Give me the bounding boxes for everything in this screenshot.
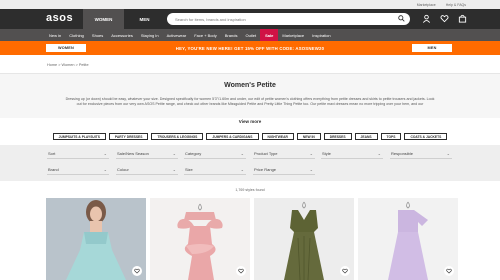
category-description: Dressing up (or down) should be easy, wh… xyxy=(65,97,435,107)
filter-responsible[interactable]: Responsible ⌄ xyxy=(390,148,452,159)
category-chips: JUMPSUITS & PLAYSUITS PARTY DRESSES TROU… xyxy=(0,133,500,140)
utility-bar: Marketplace Help & FAQs xyxy=(0,0,500,9)
nav-inspiration[interactable]: Inspiration xyxy=(308,33,334,38)
chevron-down-icon: ⌄ xyxy=(103,166,107,172)
filter-category[interactable]: Category ⌄ xyxy=(184,148,246,159)
chevron-down-icon: ⌄ xyxy=(240,150,244,156)
product-image xyxy=(358,198,458,280)
promo-text: HEY, YOU'RE NEW HERE! GET 15% OFF WITH C… xyxy=(175,45,325,51)
chip-jeans[interactable]: JEANS xyxy=(354,133,378,140)
top-bar: asos WOMEN MEN Search for items, brands … xyxy=(0,9,500,29)
chip-new-in[interactable]: NEW IN xyxy=(296,133,321,140)
promo-banner[interactable]: WOMEN HEY, YOU'RE NEW HERE! GET 15% OFF … xyxy=(0,41,500,55)
nav-new-in[interactable]: New in xyxy=(45,33,65,38)
product-card[interactable] xyxy=(150,198,250,280)
help-link[interactable]: Help & FAQs xyxy=(446,3,466,7)
chevron-down-icon: ⌄ xyxy=(309,150,313,156)
nav-shoes[interactable]: Shoes xyxy=(88,33,107,38)
filter-price-range[interactable]: Price Range ⌄ xyxy=(253,164,315,175)
filter-sale-new[interactable]: Sale/New Season ⌄ xyxy=(116,148,178,159)
marketplace-link[interactable]: Marketplace xyxy=(417,3,436,7)
filter-sort[interactable]: Sort ⌄ xyxy=(47,148,109,159)
men-tab[interactable]: MEN xyxy=(124,9,165,29)
product-card[interactable] xyxy=(358,198,458,280)
chip-tops[interactable]: TOPS xyxy=(380,133,402,140)
filter-colour[interactable]: Colour ⌄ xyxy=(116,164,178,175)
asos-logo[interactable]: asos xyxy=(46,12,73,24)
product-card[interactable] xyxy=(254,198,354,280)
filter-style[interactable]: Style ⌄ xyxy=(321,148,383,159)
nav-staying-in[interactable]: Staying In xyxy=(137,33,163,38)
view-more-button[interactable]: View more xyxy=(0,119,500,124)
save-for-later-heart-icon[interactable] xyxy=(444,266,454,276)
bag-icon[interactable] xyxy=(458,14,467,23)
category-nav: New in Clothing Shoes Accessories Stayin… xyxy=(0,29,500,41)
heart-icon[interactable] xyxy=(440,14,449,23)
breadcrumb-home[interactable]: Home xyxy=(47,63,57,67)
product-image xyxy=(254,198,354,280)
chevron-down-icon: ⌄ xyxy=(172,150,176,156)
product-image xyxy=(46,198,146,280)
nav-accessories[interactable]: Accessories xyxy=(107,33,137,38)
page-title: Women's Petite xyxy=(224,82,276,89)
nav-outlet[interactable]: Outlet xyxy=(241,33,260,38)
breadcrumb-petite: Petite xyxy=(78,63,89,67)
nav-clothing[interactable]: Clothing xyxy=(65,33,88,38)
chevron-down-icon: ⌄ xyxy=(377,150,381,156)
nav-face-body[interactable]: Face + Body xyxy=(190,33,221,38)
product-card[interactable] xyxy=(46,198,146,280)
chip-jumpsuits[interactable]: JUMPSUITS & PLAYSUITS xyxy=(52,133,106,140)
filter-brand[interactable]: Brand ⌄ xyxy=(47,164,109,175)
search-input[interactable]: Search for items, brands and inspiration xyxy=(167,13,410,25)
nav-activewear[interactable]: Activewear xyxy=(163,33,191,38)
header-icons xyxy=(422,14,467,23)
account-icon[interactable] xyxy=(422,14,431,23)
chip-coats[interactable]: COATS & JACKETS xyxy=(404,133,448,140)
search-placeholder: Search for items, brands and inspiration xyxy=(175,16,246,22)
save-for-later-heart-icon[interactable] xyxy=(236,266,246,276)
nav-brands[interactable]: Brands xyxy=(221,33,242,38)
chip-trousers[interactable]: TROUSERS & LEGGINGS xyxy=(151,133,204,140)
chevron-down-icon: ⌄ xyxy=(172,166,176,172)
filter-size[interactable]: Size ⌄ xyxy=(184,164,246,175)
nav-sale[interactable]: Sale xyxy=(260,29,279,41)
filter-product-type[interactable]: Product Type ⌄ xyxy=(253,148,315,159)
promo-men-button[interactable]: MEN xyxy=(412,44,452,52)
chip-dresses[interactable]: DRESSES xyxy=(323,133,352,140)
chevron-down-icon: ⌄ xyxy=(240,166,244,172)
product-grid xyxy=(46,198,458,280)
filter-bar: Sort ⌄ Sale/New Season ⌄ Category ⌄ Product… xyxy=(0,145,500,181)
promo-women-button[interactable]: WOMEN xyxy=(46,44,86,52)
women-tab[interactable]: WOMEN xyxy=(83,9,124,29)
product-image xyxy=(150,198,250,280)
chip-nightwear[interactable]: NIGHTWEAR xyxy=(261,133,294,140)
results-count: 1,769 styles found xyxy=(235,188,265,192)
chevron-down-icon: ⌄ xyxy=(103,150,107,156)
chevron-down-icon: ⌄ xyxy=(309,166,313,172)
chip-jumpers[interactable]: JUMPERS & CARDIGANS xyxy=(206,133,259,140)
nav-marketplace[interactable]: Marketplace xyxy=(278,33,308,38)
save-for-later-heart-icon[interactable] xyxy=(132,266,142,276)
chevron-down-icon: ⌄ xyxy=(446,150,450,156)
chip-party-dresses[interactable]: PARTY DRESSES xyxy=(108,133,149,140)
breadcrumb-women[interactable]: Women xyxy=(61,63,74,67)
save-for-later-heart-icon[interactable] xyxy=(340,266,350,276)
search-icon[interactable] xyxy=(398,15,405,22)
breadcrumb: Home > Women > Petite xyxy=(47,63,89,67)
